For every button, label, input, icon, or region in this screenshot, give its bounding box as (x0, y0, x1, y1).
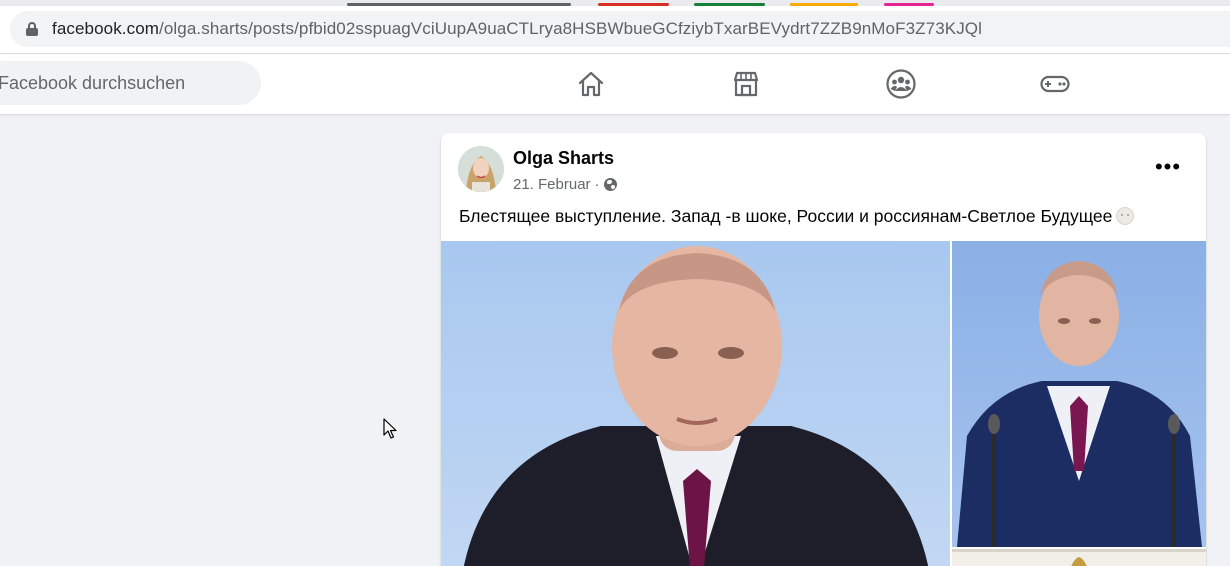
post-text-content: Блестящее выступление. Запад -в шоке, Ро… (459, 206, 1113, 226)
post-photo-side-2[interactable] (952, 549, 1206, 566)
groups-icon[interactable] (885, 68, 917, 100)
url-path: /olga.sharts/posts/pfbid02sspuagVciUupA9… (159, 19, 982, 38)
emoji-icon (1116, 207, 1135, 225)
post-card: Olga Sharts 21. Februar · ••• Блестящее … (441, 133, 1206, 566)
url-text[interactable]: facebook.com/olga.sharts/posts/pfbid02ss… (52, 19, 982, 39)
tab-indicator[interactable] (694, 3, 765, 6)
speaker-image-icon (463, 246, 929, 566)
tab-indicator[interactable] (790, 3, 858, 6)
tab-indicator[interactable] (347, 3, 571, 6)
search-box[interactable] (0, 61, 261, 105)
meta-separator: · (594, 176, 600, 193)
more-options-button[interactable]: ••• (1146, 153, 1190, 181)
post-date[interactable]: 21. Februar (513, 176, 591, 193)
post-photo-main[interactable] (441, 241, 950, 566)
gaming-icon[interactable] (1039, 68, 1071, 100)
more-options-icon: ••• (1154, 154, 1182, 179)
tab-indicator[interactable] (884, 3, 934, 6)
url-domain: facebook.com (52, 19, 160, 38)
emblem-icon (952, 549, 1206, 566)
facebook-top-nav (0, 54, 1230, 114)
avatar[interactable] (458, 146, 504, 192)
post-photo-side[interactable] (952, 241, 1206, 547)
lock-icon[interactable] (26, 22, 38, 36)
url-field[interactable]: facebook.com/olga.sharts/posts/pfbid02ss… (10, 11, 1230, 47)
tab-strip (0, 0, 1230, 6)
tab-indicator[interactable] (598, 3, 669, 6)
search-input[interactable] (0, 72, 238, 94)
marketplace-icon[interactable] (730, 68, 762, 100)
speaker-image-icon (957, 261, 1202, 547)
globe-icon (603, 178, 617, 191)
mouse-cursor-icon (383, 418, 397, 439)
home-icon[interactable] (575, 68, 607, 100)
post-author[interactable]: Olga Sharts (513, 148, 614, 169)
post-text: Блестящее выступление. Запад -в шоке, Ро… (459, 206, 1135, 227)
post-meta: 21. Februar · (513, 176, 617, 193)
browser-address-bar: facebook.com/olga.sharts/posts/pfbid02ss… (0, 0, 1230, 54)
